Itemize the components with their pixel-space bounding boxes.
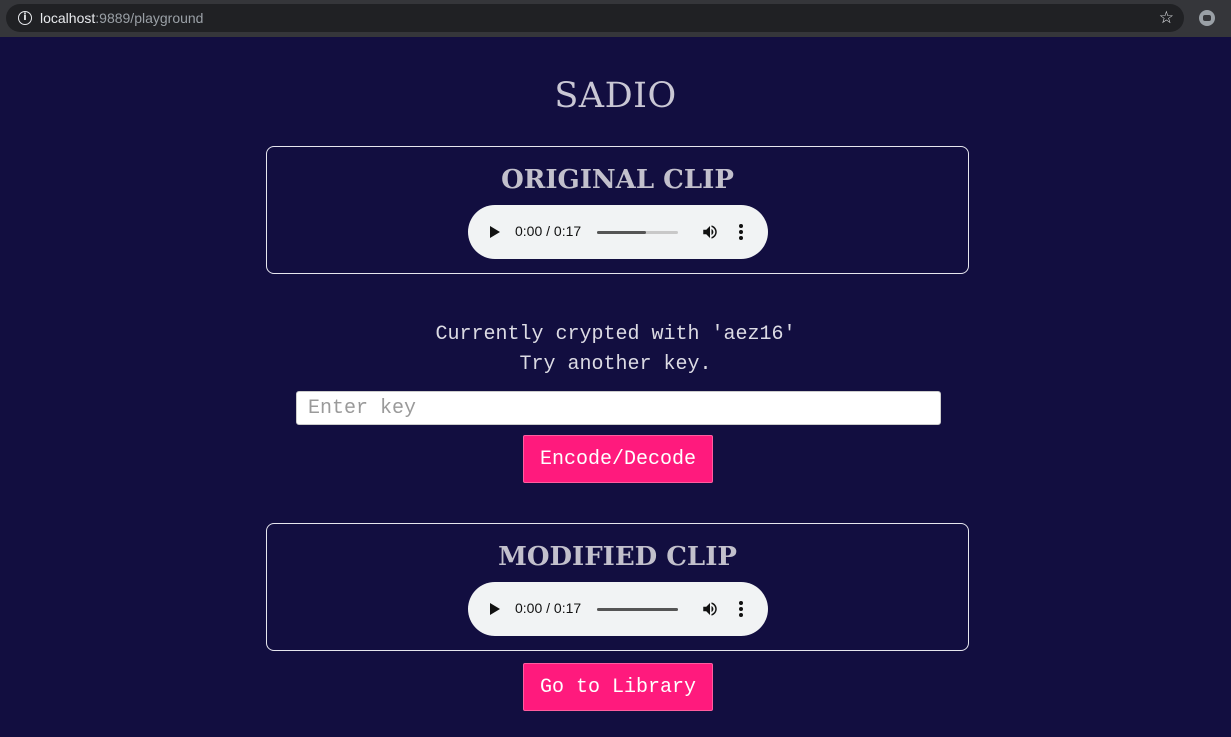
- original-clip-heading: ORIGINAL CLIP: [501, 165, 734, 195]
- go-to-library-button[interactable]: Go to Library: [523, 663, 713, 711]
- bookmark-star-icon[interactable]: ☆: [1159, 8, 1174, 28]
- address-bar[interactable]: i localhost:9889/playground ☆: [6, 4, 1184, 32]
- try-another-key-hint: Try another key.: [519, 353, 712, 376]
- more-options-icon[interactable]: [739, 224, 743, 240]
- audio-time: 0:00 / 0:17: [515, 600, 582, 616]
- url-path: :9889/playground: [95, 10, 204, 26]
- encode-decode-button[interactable]: Encode/Decode: [523, 435, 713, 483]
- url-host: localhost: [40, 10, 96, 26]
- extension-icon[interactable]: [1199, 10, 1215, 26]
- play-icon[interactable]: [490, 603, 500, 615]
- more-options-icon[interactable]: [739, 601, 743, 617]
- audio-progress-fill: [597, 608, 678, 611]
- play-icon[interactable]: [490, 226, 500, 238]
- volume-icon[interactable]: [701, 223, 719, 241]
- audio-progress-fill: [597, 231, 646, 234]
- audio-progress-slider[interactable]: [597, 231, 678, 234]
- modified-clip-heading: MODIFIED CLIP: [498, 542, 737, 572]
- url-text[interactable]: localhost:9889/playground: [40, 10, 203, 26]
- volume-icon[interactable]: [701, 600, 719, 618]
- info-icon[interactable]: i: [18, 11, 32, 25]
- audio-progress-slider[interactable]: [597, 608, 678, 611]
- browser-toolbar: i localhost:9889/playground ☆: [0, 0, 1231, 37]
- modified-audio-player: 0:00 / 0:17: [468, 582, 768, 636]
- key-input[interactable]: [296, 391, 941, 425]
- original-audio-player: 0:00 / 0:17: [468, 205, 768, 259]
- page-title: SADIO: [554, 76, 677, 116]
- modified-clip-panel: MODIFIED CLIP 0:00 / 0:17: [266, 523, 969, 651]
- original-clip-panel: ORIGINAL CLIP 0:00 / 0:17: [266, 146, 969, 274]
- crypt-status: Currently crypted with 'aez16': [435, 323, 796, 346]
- audio-time: 0:00 / 0:17: [515, 223, 582, 239]
